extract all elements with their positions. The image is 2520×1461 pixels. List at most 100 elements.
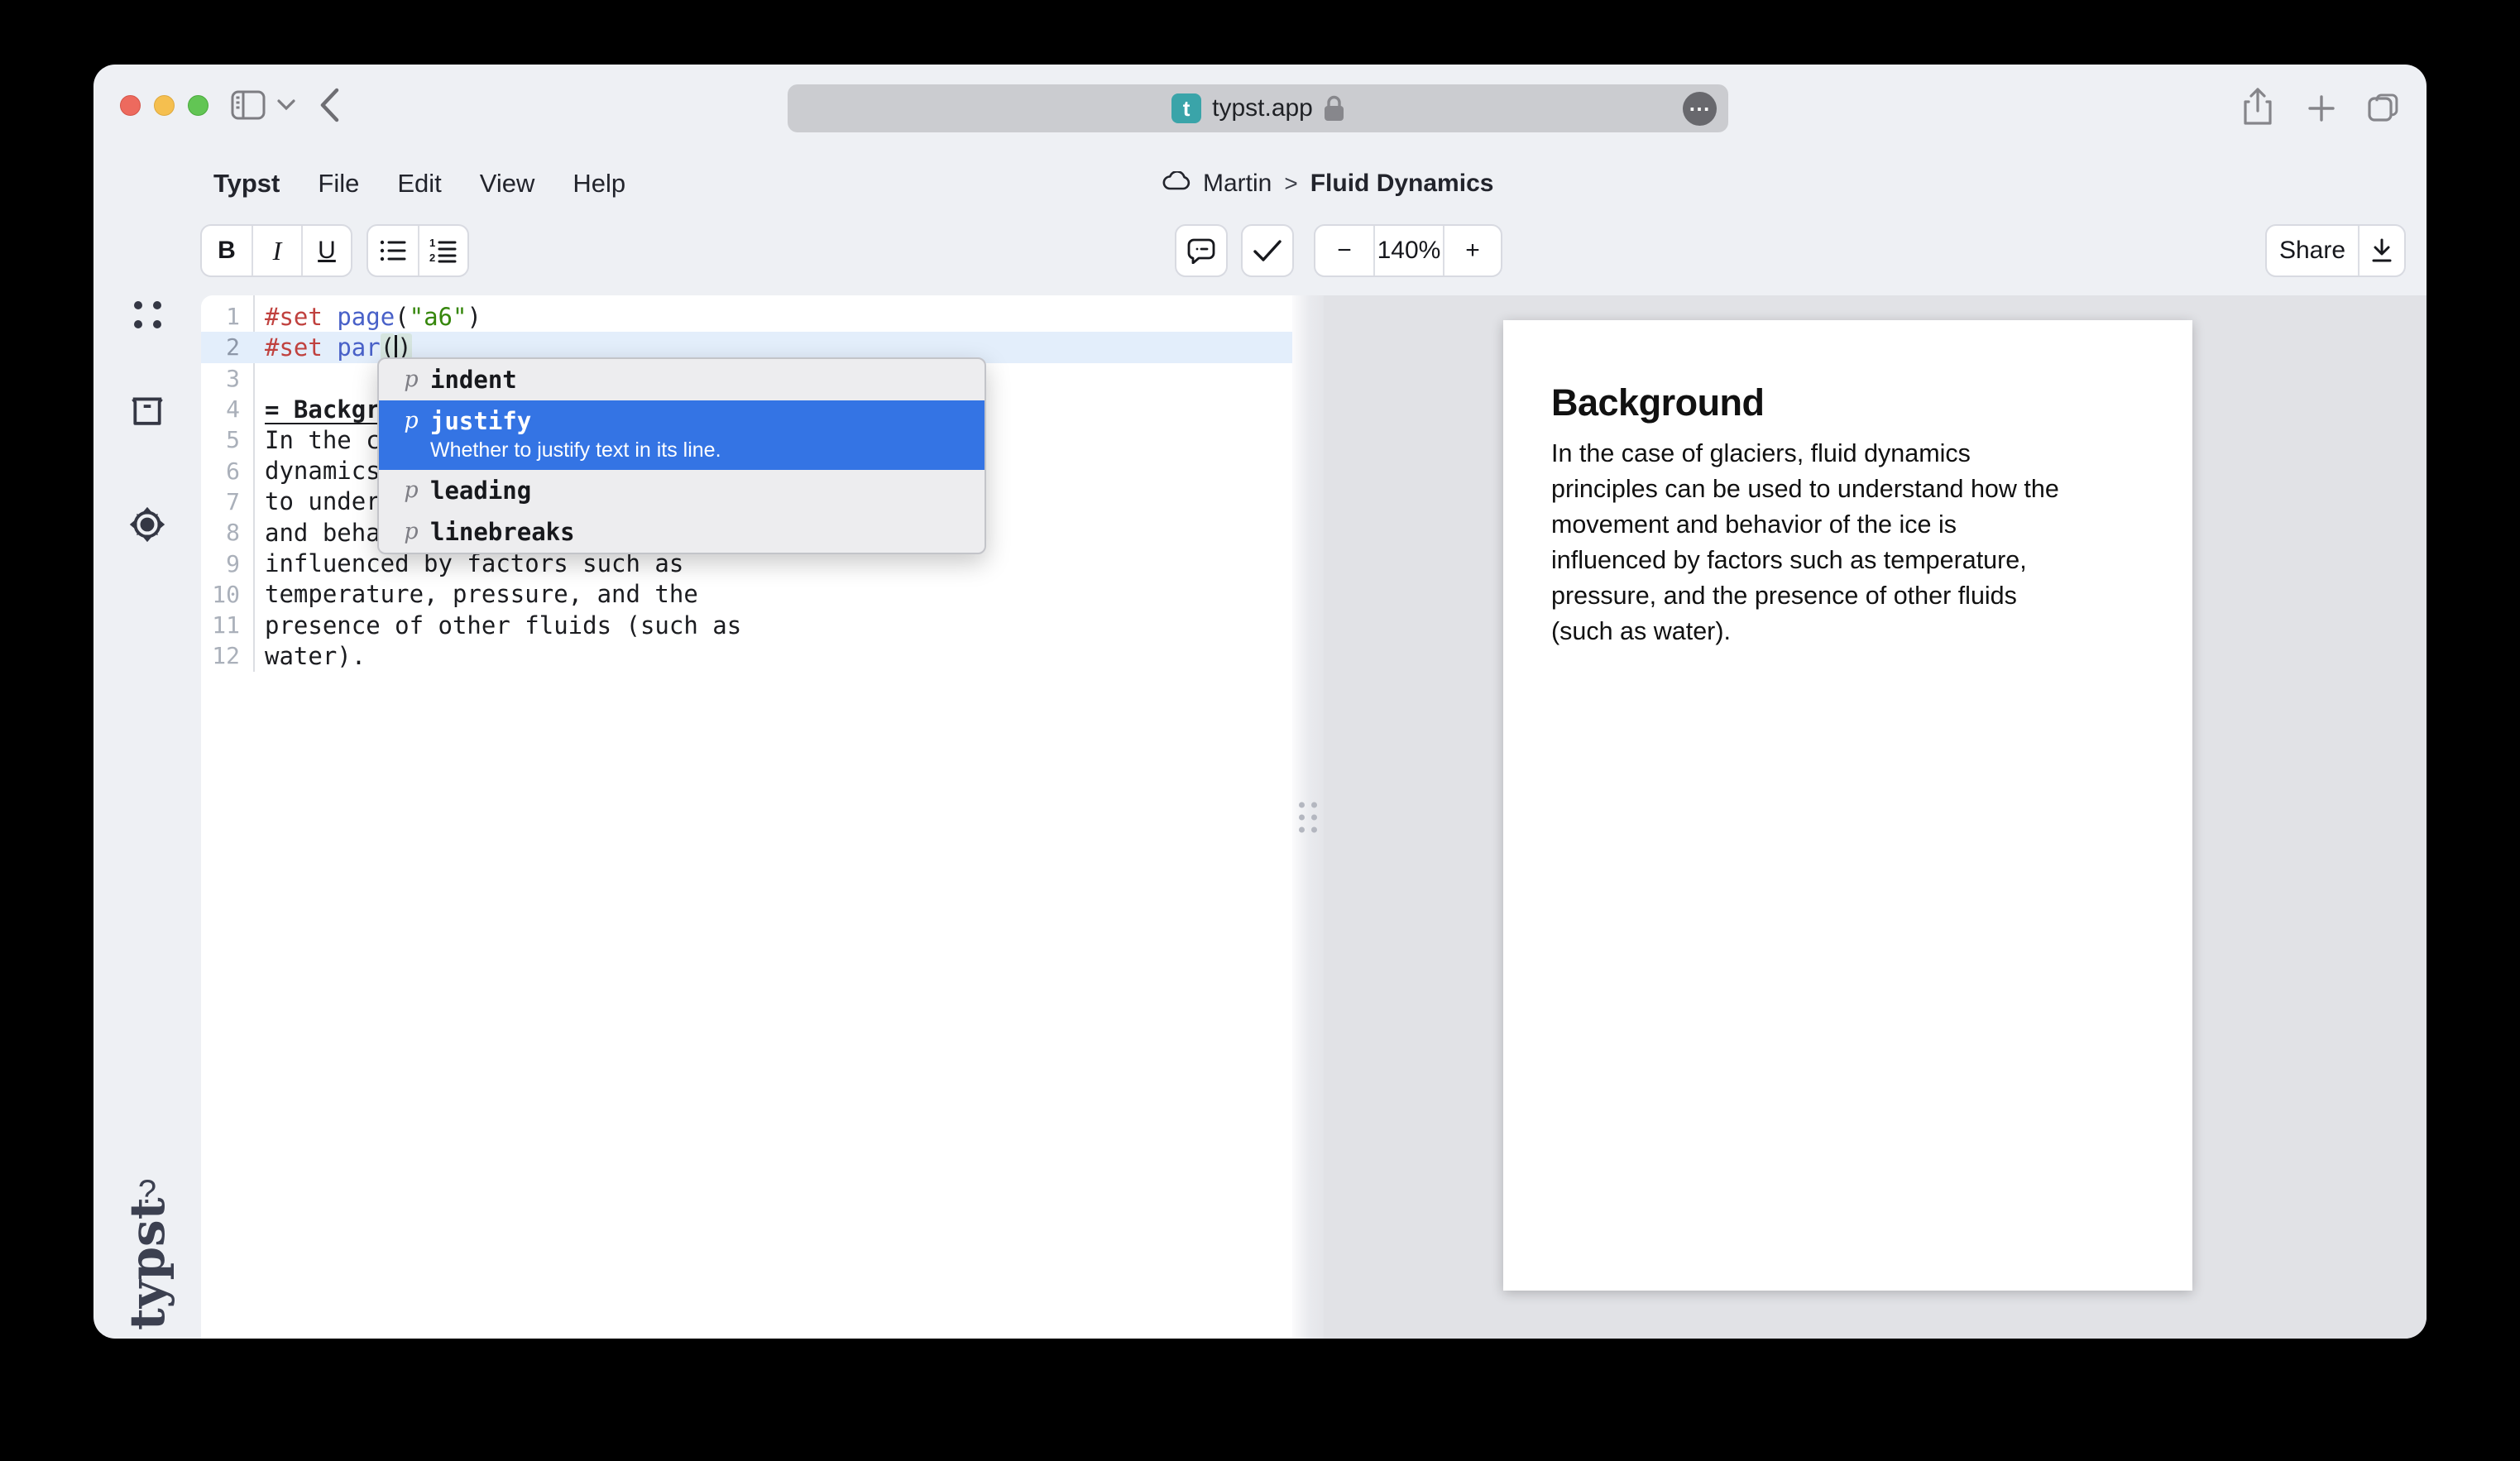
page-settings-button[interactable]: ⋯ bbox=[1683, 92, 1717, 126]
menu-edit[interactable]: Edit bbox=[397, 169, 441, 199]
code-line[interactable]: 12water). bbox=[201, 640, 1292, 671]
parameter-kind-icon: p bbox=[392, 474, 430, 507]
code-token: #set bbox=[265, 333, 323, 362]
code-token bbox=[323, 333, 337, 362]
parameter-kind-icon: p bbox=[392, 515, 430, 548]
italic-button[interactable]: I bbox=[252, 226, 301, 275]
sidebar-toggle-icon[interactable] bbox=[231, 90, 266, 120]
line-number: 2 bbox=[201, 333, 253, 361]
autocomplete-item-label: justify bbox=[430, 405, 721, 438]
list-group: 1 2 bbox=[367, 224, 469, 277]
share-group: Share bbox=[2265, 224, 2406, 277]
new-tab-icon[interactable] bbox=[2307, 94, 2336, 122]
files-box-icon[interactable] bbox=[93, 396, 201, 428]
menu-view[interactable]: View bbox=[480, 169, 535, 199]
fullscreen-window-button[interactable] bbox=[188, 95, 208, 116]
back-icon[interactable] bbox=[319, 88, 340, 122]
cloud-icon bbox=[1162, 170, 1191, 198]
split-resizer[interactable] bbox=[1292, 295, 1324, 1339]
preview-body-line: pressure, and the presence of other flui… bbox=[1551, 578, 2144, 614]
address-bar[interactable]: t typst.app ⋯ bbox=[788, 84, 1728, 132]
tab-overview-icon[interactable] bbox=[2367, 91, 2402, 126]
preview-pane: Background In the case of glaciers, flui… bbox=[1324, 295, 2427, 1339]
dashboard-icon[interactable] bbox=[93, 301, 201, 328]
browser-window: t typst.app ⋯ bbox=[93, 65, 2427, 1339]
browser-chrome: t typst.app ⋯ bbox=[93, 65, 2427, 153]
code-token: temperature, pressure, and the bbox=[265, 580, 698, 608]
breadcrumb-account[interactable]: Martin bbox=[1203, 170, 1272, 198]
code-line[interactable]: 1 #set page("a6") bbox=[201, 301, 1292, 332]
autocomplete-item-main: linebreaks bbox=[430, 515, 575, 548]
chevron-down-icon[interactable] bbox=[277, 99, 295, 111]
svg-text:1: 1 bbox=[429, 238, 435, 249]
line-number: 10 bbox=[201, 581, 253, 608]
code-token: #set bbox=[265, 303, 323, 331]
code-token: presence of other fluids (such as bbox=[265, 611, 741, 639]
autocomplete-item-main: justifyWhether to justify text in its li… bbox=[430, 405, 721, 466]
app-menu-bar: Typst File Edit View Help Martin > Fluid… bbox=[93, 153, 2427, 213]
autocomplete-item-leading[interactable]: pleading bbox=[379, 470, 985, 511]
code-line[interactable]: 11presence of other fluids (such as bbox=[201, 610, 1292, 640]
preview-page: Background In the case of glaciers, flui… bbox=[1503, 320, 2192, 1291]
parameter-kind-icon: p bbox=[392, 405, 430, 438]
editor-toolbar: B I U 1 2 bbox=[93, 213, 2427, 295]
line-number: 1 bbox=[201, 303, 253, 330]
line-number: 7 bbox=[201, 488, 253, 515]
code-token: par bbox=[337, 333, 380, 362]
autocomplete-item-label: leading bbox=[430, 474, 531, 507]
preview-heading: Background bbox=[1551, 381, 2144, 424]
breadcrumb-separator: > bbox=[1284, 170, 1297, 197]
code-token: "a6" bbox=[410, 303, 467, 331]
code-token bbox=[323, 303, 337, 331]
autocomplete-item-indent[interactable]: pindent bbox=[379, 359, 985, 400]
line-number: 6 bbox=[201, 457, 253, 485]
menu-help[interactable]: Help bbox=[573, 169, 625, 199]
traffic-lights bbox=[120, 95, 208, 116]
parameter-kind-icon: p bbox=[392, 363, 430, 396]
zoom-level[interactable]: 140% bbox=[1373, 226, 1443, 275]
autocomplete-item-linebreaks[interactable]: plinebreaks bbox=[379, 511, 985, 553]
typst-logo: typst bbox=[119, 1253, 175, 1330]
close-window-button[interactable] bbox=[120, 95, 141, 116]
code-line[interactable]: 10 temperature, pressure, and the bbox=[201, 579, 1292, 610]
preview-body-line: principles can be used to understand how… bbox=[1551, 472, 2144, 507]
line-number: 4 bbox=[201, 395, 253, 423]
share-page-icon[interactable] bbox=[2243, 88, 2273, 126]
code-token: ) bbox=[467, 303, 481, 331]
menu-typst[interactable]: Typst bbox=[213, 169, 280, 199]
download-button[interactable] bbox=[2358, 226, 2404, 275]
autocomplete-item-main: indent bbox=[430, 363, 517, 396]
autocomplete-item-label: linebreaks bbox=[430, 515, 575, 548]
drag-handle-icon[interactable] bbox=[1299, 802, 1317, 832]
zoom-out-button[interactable]: − bbox=[1315, 226, 1373, 275]
bullet-list-button[interactable] bbox=[368, 226, 418, 275]
zoom-group: − 140% + bbox=[1314, 224, 1502, 277]
menu-file[interactable]: File bbox=[318, 169, 359, 199]
settings-gear-icon[interactable] bbox=[93, 505, 201, 544]
numbered-list-button[interactable]: 1 2 bbox=[418, 226, 467, 275]
left-rail: ? typst bbox=[93, 295, 201, 1339]
code-token: water). bbox=[265, 642, 366, 670]
url-text: typst.app bbox=[1212, 94, 1313, 122]
document-title[interactable]: Fluid Dynamics bbox=[1310, 170, 1494, 198]
underline-button[interactable]: U bbox=[301, 226, 351, 275]
code-token: ( bbox=[395, 303, 409, 331]
autocomplete-item-justify[interactable]: pjustifyWhether to justify text in its l… bbox=[379, 400, 985, 470]
autocomplete-dropdown: pindentpjustifyWhether to justify text i… bbox=[377, 357, 986, 554]
code-text: presence of other fluids (such as bbox=[253, 611, 741, 639]
zoom-in-button[interactable]: + bbox=[1443, 226, 1501, 275]
preview-body-line: influenced by factors such as temperatur… bbox=[1551, 543, 2144, 578]
breadcrumb: Martin > Fluid Dynamics bbox=[1162, 153, 1493, 213]
autocomplete-item-main: leading bbox=[430, 474, 531, 507]
code-text: temperature, pressure, and the bbox=[253, 580, 698, 608]
comments-button[interactable] bbox=[1175, 224, 1228, 277]
share-button[interactable]: Share bbox=[2267, 226, 2358, 275]
minimize-window-button[interactable] bbox=[154, 95, 175, 116]
code-token: page bbox=[337, 303, 395, 331]
spellcheck-approve-button[interactable] bbox=[1241, 224, 1294, 277]
line-number: 5 bbox=[201, 426, 253, 453]
svg-text:2: 2 bbox=[429, 251, 435, 263]
code-text: water). bbox=[253, 642, 366, 670]
preview-body-line: In the case of glaciers, fluid dynamics bbox=[1551, 436, 2144, 472]
bold-button[interactable]: B bbox=[202, 226, 252, 275]
